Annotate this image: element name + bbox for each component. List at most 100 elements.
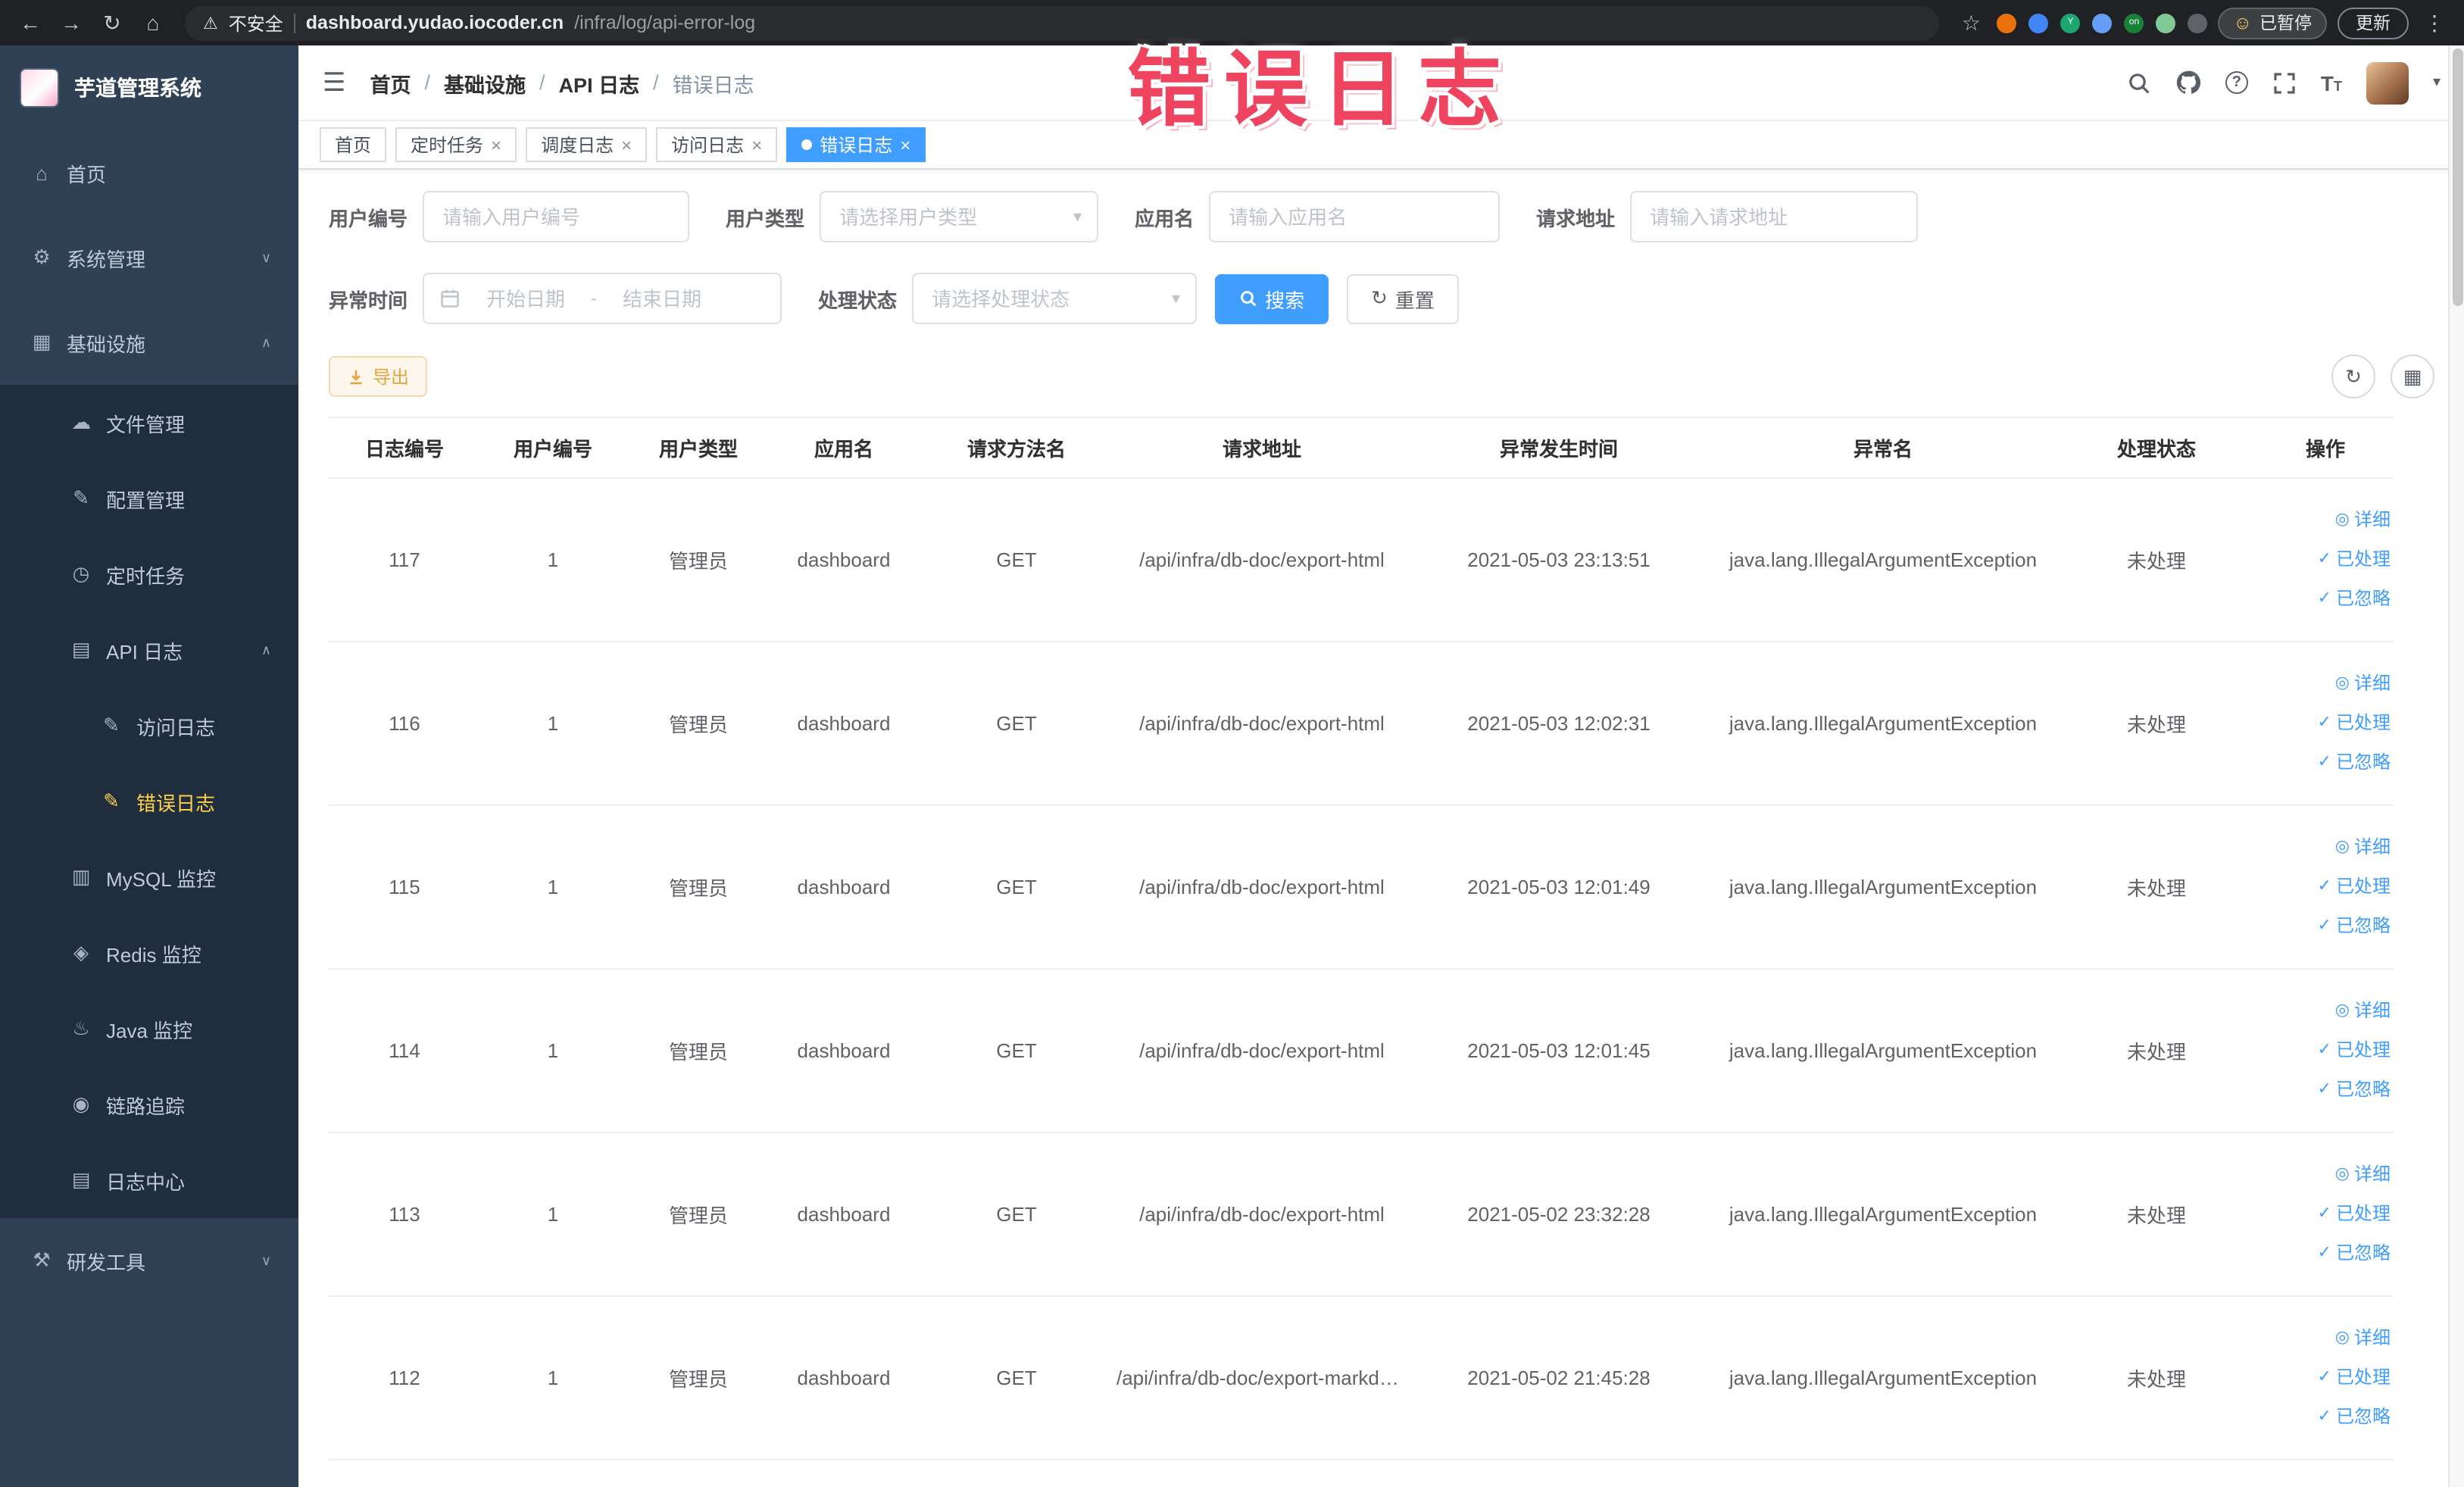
action-detail-link[interactable]: ◎ 详细	[2335, 1320, 2391, 1357]
date-range-picker[interactable]: -	[423, 273, 782, 324]
user-id-input[interactable]	[424, 192, 689, 241]
extension-icon-on-badge[interactable]: on	[2124, 13, 2144, 33]
action-processed-link[interactable]: ✓ 已处理	[2318, 541, 2391, 579]
action-processed-link[interactable]: ✓ 已处理	[2318, 1032, 2391, 1070]
browser-menu-button[interactable]: ⋮	[2419, 10, 2450, 36]
fullscreen-icon[interactable]	[2272, 70, 2297, 95]
page-scrollbar[interactable]	[2448, 45, 2464, 1487]
check-icon: ✓	[2317, 550, 2331, 568]
sidebar-item-config[interactable]: ✎ 配置管理	[0, 461, 298, 536]
extension-icon-green-circle[interactable]: Y	[2060, 13, 2081, 33]
action-detail-link[interactable]: ◎ 详细	[2335, 992, 2391, 1030]
action-ignored-link[interactable]: ✓ 已忽略	[2318, 1398, 2391, 1436]
cell-operations: ◎ 详细 ✓ 已处理 ✓ 已忽略	[2257, 1296, 2394, 1460]
sidebar-item-log-center[interactable]: ▤ 日志中心	[0, 1142, 298, 1218]
refresh-table-button[interactable]: ↻	[2331, 355, 2375, 398]
close-icon[interactable]: ×	[621, 134, 632, 155]
close-icon[interactable]: ×	[900, 134, 910, 155]
sidebar-item-redis[interactable]: ◈ Redis 监控	[0, 915, 298, 991]
reset-button[interactable]: ↻ 重置	[1347, 273, 1459, 323]
sidebar-item-home[interactable]: ⌂ 首页	[0, 130, 298, 215]
breadcrumb-item[interactable]: API 日志	[559, 67, 640, 98]
request-url-input[interactable]	[1632, 192, 1917, 241]
bookmark-star-icon[interactable]: ☆	[1956, 10, 1986, 36]
process-status-select[interactable]: ▾	[912, 273, 1198, 324]
reload-button[interactable]: ↻	[97, 10, 127, 36]
sidebar-toggle-icon[interactable]: ☰	[323, 67, 346, 98]
extension-icon-blue-drop[interactable]	[2028, 13, 2049, 33]
tab-home[interactable]: 首页	[320, 127, 387, 162]
process-status-input[interactable]	[913, 274, 1196, 323]
help-icon[interactable]: ?	[2225, 71, 2248, 94]
close-icon[interactable]: ×	[491, 134, 501, 155]
tab-job[interactable]: 定时任务 ×	[395, 127, 517, 162]
tab-label: 访问日志	[671, 135, 745, 156]
update-button[interactable]: 更新	[2338, 7, 2409, 39]
forward-button[interactable]: →	[56, 11, 86, 35]
user-type-input[interactable]	[821, 192, 1098, 241]
back-button[interactable]: ←	[15, 11, 45, 35]
action-ignored-link[interactable]: ✓ 已忽略	[2318, 580, 2391, 618]
extension-icon-leaf[interactable]	[2156, 13, 2176, 33]
browser-window: ← → ↻ ⌂ ⚠ 不安全 dashboard.yudao.iocoder.cn…	[0, 0, 2464, 1487]
action-detail-link[interactable]: ◎ 详细	[2335, 1156, 2391, 1194]
close-icon[interactable]: ×	[751, 134, 762, 155]
breadcrumb-item[interactable]: 基础设施	[444, 67, 526, 98]
sidebar-item-infra[interactable]: ▦ 基础设施 ∧	[0, 300, 298, 385]
sidebar-item-java[interactable]: ♨ Java 监控	[0, 991, 298, 1067]
search-button[interactable]: 搜索	[1215, 273, 1329, 323]
address-bar[interactable]: ⚠ 不安全 dashboard.yudao.iocoder.cn/infra/l…	[185, 5, 1940, 40]
tab-access-log[interactable]: 访问日志 ×	[656, 127, 778, 162]
github-icon[interactable]	[2175, 70, 2201, 95]
action-detail-link[interactable]: ◎ 详细	[2335, 501, 2391, 539]
font-size-icon[interactable]: TT	[2321, 70, 2342, 95]
chevron-down-icon[interactable]: ▾	[2433, 74, 2441, 91]
sidebar-item-label: API 日志	[106, 640, 183, 663]
sidebar: 芋道管理系统 ⌂ 首页 ⚙ 系统管理 ∨ ▦ 基础设施 ∧ ☁ 文件管理 ✎ 配置管理 ◷ 定时任务 ▤ AP…	[0, 45, 298, 1487]
screen: ← → ↻ ⌂ ⚠ 不安全 dashboard.yudao.iocoder.cn…	[0, 0, 2464, 1487]
extension-icon-blue-grid[interactable]	[2092, 13, 2113, 33]
chevron-down-icon: ∨	[261, 1252, 271, 1267]
sidebar-item-system[interactable]: ⚙ 系统管理 ∨	[0, 215, 298, 300]
sidebar-item-dev-tools[interactable]: ⚒ 研发工具 ∨	[0, 1218, 298, 1303]
action-ignored-link[interactable]: ✓ 已忽略	[2318, 1235, 2391, 1273]
paused-badge[interactable]: ☺ 已暂停	[2218, 7, 2327, 39]
sidebar-item-trace[interactable]: ◉ 链路追踪	[0, 1067, 298, 1142]
table-row: 117 1 管理员 dashboard GET/api/infra/db-doc/exp…	[329, 478, 2394, 642]
export-button[interactable]: 导出	[329, 356, 428, 397]
extension-icon-red-circle[interactable]	[1997, 13, 2017, 33]
action-processed-link[interactable]: ✓ 已处理	[2318, 868, 2391, 906]
action-detail-link[interactable]: ◎ 详细	[2335, 829, 2391, 867]
breadcrumb-item[interactable]: 首页	[370, 67, 411, 98]
sidebar-item-api-log[interactable]: ▤ API 日志 ∧	[0, 612, 298, 688]
tab-job-log[interactable]: 调度日志 ×	[526, 127, 648, 162]
sidebar-item-file[interactable]: ☁ 文件管理	[0, 385, 298, 461]
app-name-input[interactable]	[1210, 192, 1499, 241]
column-settings-button[interactable]: ▦	[2391, 355, 2434, 398]
scrollbar-thumb[interactable]	[2453, 48, 2463, 306]
extension-icon-dark[interactable]	[2188, 13, 2208, 33]
sidebar-item-label: 首页	[67, 163, 107, 186]
sidebar-item-error-log[interactable]: ✎ 错误日志	[0, 764, 298, 839]
action-ignored-link[interactable]: ✓ 已忽略	[2318, 1071, 2391, 1109]
sidebar-item-job[interactable]: ◷ 定时任务	[0, 536, 298, 612]
action-ignored-link[interactable]: ✓ 已忽略	[2318, 908, 2391, 945]
browser-home-button[interactable]: ⌂	[138, 11, 168, 35]
search-icon[interactable]	[2127, 70, 2151, 95]
export-button-label: 导出	[373, 367, 410, 388]
action-detail-link[interactable]: ◎ 详细	[2335, 665, 2391, 703]
user-avatar[interactable]	[2366, 61, 2409, 104]
tab-error-log[interactable]: 错误日志 ×	[786, 127, 926, 162]
action-processed-link[interactable]: ✓ 已处理	[2318, 1195, 2391, 1233]
user-id-field	[423, 191, 690, 242]
user-type-select[interactable]: ▾	[820, 191, 1099, 242]
start-date-input[interactable]	[470, 274, 582, 323]
end-date-input[interactable]	[606, 274, 719, 323]
sidebar-item-access-log[interactable]: ✎ 访问日志	[0, 688, 298, 764]
action-ignored-link[interactable]: ✓ 已忽略	[2318, 744, 2391, 782]
filter-row-2: 异常时间 - 处理状态 ▾	[329, 273, 2434, 324]
action-label: 详细	[2353, 1164, 2391, 1185]
action-processed-link[interactable]: ✓ 已处理	[2318, 704, 2391, 742]
action-processed-link[interactable]: ✓ 已处理	[2318, 1359, 2391, 1397]
sidebar-item-mysql[interactable]: ▥ MySQL 监控	[0, 839, 298, 915]
